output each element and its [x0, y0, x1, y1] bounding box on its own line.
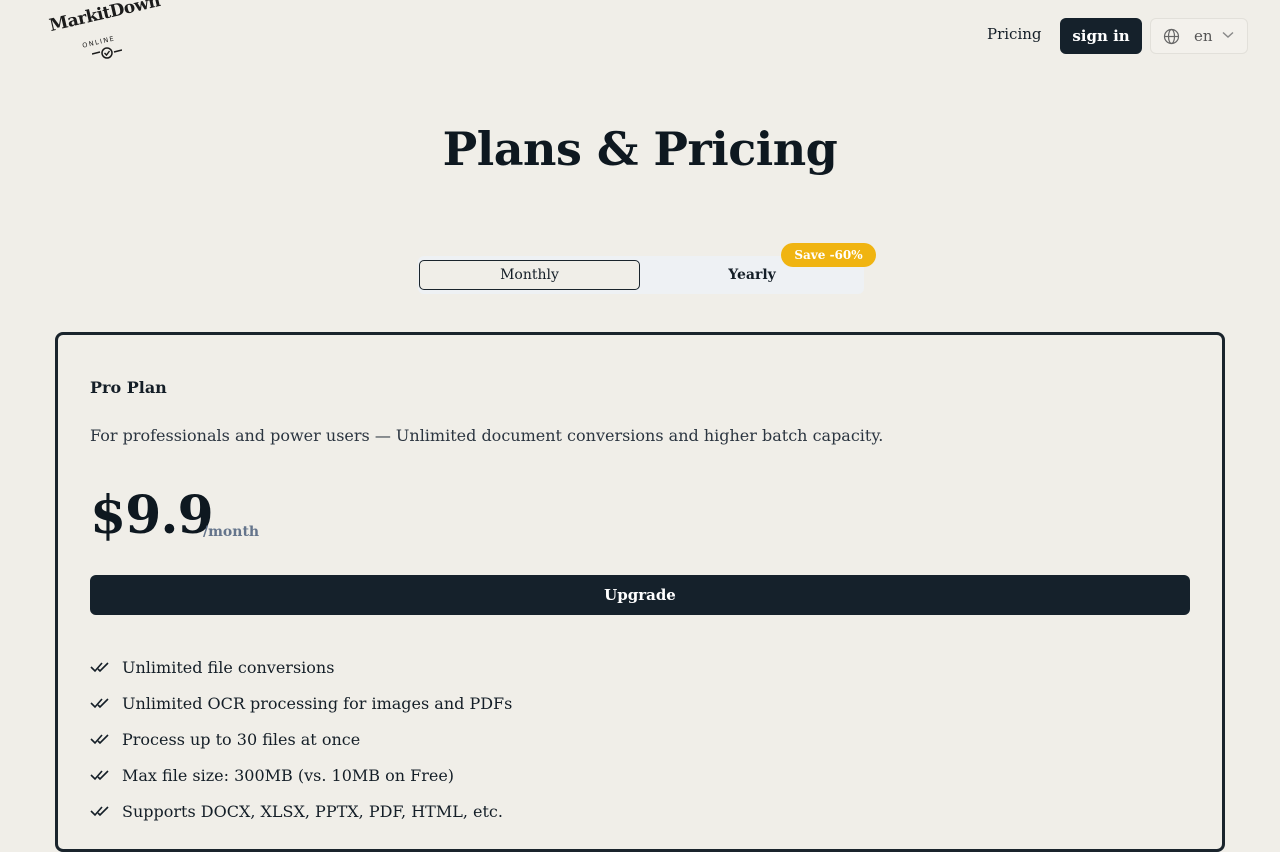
feature-list: Unlimited file conversions Unlimited OCR… [90, 649, 512, 829]
chevron-down-icon [1222, 31, 1234, 38]
plan-description: For professionals and power users — Unli… [90, 426, 884, 445]
double-check-icon [90, 806, 109, 817]
markitdown-logo[interactable]: MarkitDown ONLINE [48, 0, 162, 64]
save-badge: Save -60% [781, 243, 876, 267]
feature-text: Unlimited OCR processing for images and … [122, 693, 513, 713]
feature-item: Process up to 30 files at once [90, 721, 512, 757]
logo-check-icon [92, 47, 122, 59]
feature-item: Unlimited file conversions [90, 649, 512, 685]
feature-item: Max file size: 300MB (vs. 10MB on Free) [90, 757, 512, 793]
logo-wordmark: MarkitDown [47, 0, 163, 36]
double-check-icon [90, 734, 109, 745]
plan-period: /month [203, 524, 260, 540]
globe-icon [1163, 28, 1180, 45]
double-check-icon [90, 698, 109, 709]
double-check-icon [90, 770, 109, 781]
plan-price: $9.9 [90, 485, 214, 546]
nav-link-pricing[interactable]: Pricing [987, 25, 1042, 43]
pro-plan-card: Pro Plan For professionals and power use… [55, 332, 1225, 852]
feature-text: Supports DOCX, XLSX, PPTX, PDF, HTML, et… [122, 801, 503, 821]
feature-text: Unlimited file conversions [122, 657, 335, 677]
feature-item: Unlimited OCR processing for images and … [90, 685, 512, 721]
top-header: MarkitDown ONLINE Pricing sign in en [0, 0, 1280, 72]
page-title: Plans & Pricing [442, 122, 838, 176]
upgrade-button[interactable]: Upgrade [90, 575, 1190, 615]
sign-in-button[interactable]: sign in [1060, 18, 1142, 54]
feature-text: Max file size: 300MB (vs. 10MB on Free) [122, 765, 455, 785]
language-select[interactable]: en [1150, 18, 1248, 54]
feature-text: Process up to 30 files at once [122, 729, 361, 749]
plan-name: Pro Plan [90, 378, 167, 397]
feature-item: Supports DOCX, XLSX, PPTX, PDF, HTML, et… [90, 793, 512, 829]
billing-option-monthly[interactable]: Monthly [419, 260, 640, 290]
double-check-icon [90, 662, 109, 673]
language-value: en [1194, 27, 1213, 45]
